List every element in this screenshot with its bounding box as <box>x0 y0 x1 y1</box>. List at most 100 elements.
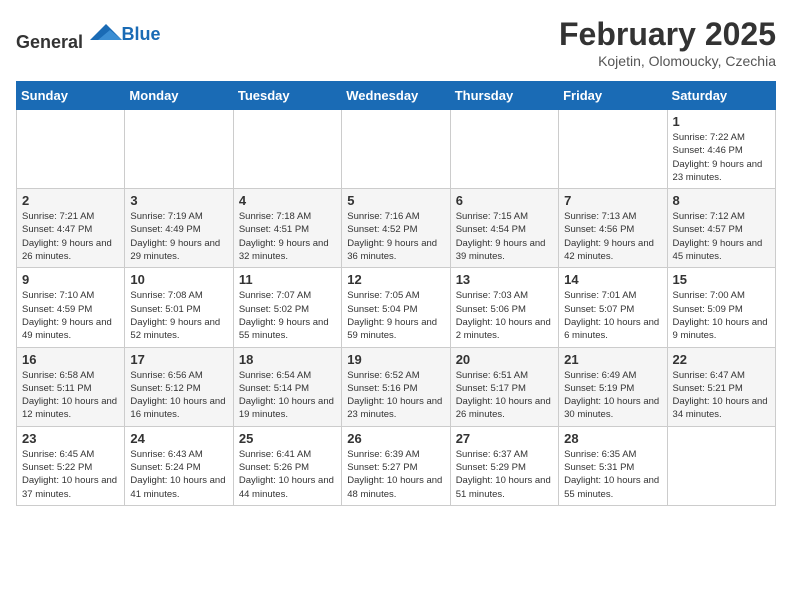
day-number: 1 <box>673 114 770 129</box>
day-info: Sunrise: 7:12 AMSunset: 4:57 PMDaylight:… <box>673 211 763 262</box>
day-info: Sunrise: 7:15 AMSunset: 4:54 PMDaylight:… <box>456 211 546 262</box>
day-number: 26 <box>347 431 444 446</box>
week-row-3: 9 Sunrise: 7:10 AMSunset: 4:59 PMDayligh… <box>17 268 776 347</box>
day-number: 28 <box>564 431 661 446</box>
calendar-cell: 3 Sunrise: 7:19 AMSunset: 4:49 PMDayligh… <box>125 189 233 268</box>
day-info: Sunrise: 7:08 AMSunset: 5:01 PMDaylight:… <box>130 290 220 341</box>
weekday-header-monday: Monday <box>125 82 233 110</box>
calendar-cell: 27 Sunrise: 6:37 AMSunset: 5:29 PMDaylig… <box>450 426 558 505</box>
day-number: 16 <box>22 352 119 367</box>
day-info: Sunrise: 7:18 AMSunset: 4:51 PMDaylight:… <box>239 211 329 262</box>
calendar-cell: 15 Sunrise: 7:00 AMSunset: 5:09 PMDaylig… <box>667 268 775 347</box>
calendar-cell: 5 Sunrise: 7:16 AMSunset: 4:52 PMDayligh… <box>342 189 450 268</box>
location-subtitle: Kojetin, Olomoucky, Czechia <box>559 53 776 69</box>
day-number: 23 <box>22 431 119 446</box>
day-number: 12 <box>347 272 444 287</box>
day-info: Sunrise: 7:22 AMSunset: 4:46 PMDaylight:… <box>673 132 763 183</box>
logo-blue: Blue <box>122 24 161 44</box>
logo-general: General <box>16 32 83 52</box>
calendar-cell <box>125 110 233 189</box>
day-info: Sunrise: 7:01 AMSunset: 5:07 PMDaylight:… <box>564 290 659 341</box>
weekday-header-sunday: Sunday <box>17 82 125 110</box>
day-number: 7 <box>564 193 661 208</box>
month-year-title: February 2025 <box>559 16 776 53</box>
calendar-cell: 11 Sunrise: 7:07 AMSunset: 5:02 PMDaylig… <box>233 268 341 347</box>
day-info: Sunrise: 7:16 AMSunset: 4:52 PMDaylight:… <box>347 211 437 262</box>
day-info: Sunrise: 7:07 AMSunset: 5:02 PMDaylight:… <box>239 290 329 341</box>
calendar-cell: 2 Sunrise: 7:21 AMSunset: 4:47 PMDayligh… <box>17 189 125 268</box>
day-info: Sunrise: 6:52 AMSunset: 5:16 PMDaylight:… <box>347 370 442 421</box>
day-info: Sunrise: 7:03 AMSunset: 5:06 PMDaylight:… <box>456 290 551 341</box>
weekday-header-thursday: Thursday <box>450 82 558 110</box>
day-number: 2 <box>22 193 119 208</box>
day-info: Sunrise: 7:00 AMSunset: 5:09 PMDaylight:… <box>673 290 768 341</box>
day-number: 8 <box>673 193 770 208</box>
calendar-cell: 8 Sunrise: 7:12 AMSunset: 4:57 PMDayligh… <box>667 189 775 268</box>
day-info: Sunrise: 6:39 AMSunset: 5:27 PMDaylight:… <box>347 449 442 500</box>
calendar-cell: 10 Sunrise: 7:08 AMSunset: 5:01 PMDaylig… <box>125 268 233 347</box>
week-row-1: 1 Sunrise: 7:22 AMSunset: 4:46 PMDayligh… <box>17 110 776 189</box>
weekday-header-saturday: Saturday <box>667 82 775 110</box>
week-row-2: 2 Sunrise: 7:21 AMSunset: 4:47 PMDayligh… <box>17 189 776 268</box>
calendar-cell: 18 Sunrise: 6:54 AMSunset: 5:14 PMDaylig… <box>233 347 341 426</box>
calendar-cell: 23 Sunrise: 6:45 AMSunset: 5:22 PMDaylig… <box>17 426 125 505</box>
day-info: Sunrise: 7:05 AMSunset: 5:04 PMDaylight:… <box>347 290 437 341</box>
day-info: Sunrise: 6:58 AMSunset: 5:11 PMDaylight:… <box>22 370 117 421</box>
calendar-cell: 25 Sunrise: 6:41 AMSunset: 5:26 PMDaylig… <box>233 426 341 505</box>
calendar-cell: 22 Sunrise: 6:47 AMSunset: 5:21 PMDaylig… <box>667 347 775 426</box>
day-number: 18 <box>239 352 336 367</box>
day-info: Sunrise: 6:45 AMSunset: 5:22 PMDaylight:… <box>22 449 117 500</box>
day-info: Sunrise: 6:41 AMSunset: 5:26 PMDaylight:… <box>239 449 334 500</box>
calendar-cell: 17 Sunrise: 6:56 AMSunset: 5:12 PMDaylig… <box>125 347 233 426</box>
day-info: Sunrise: 6:49 AMSunset: 5:19 PMDaylight:… <box>564 370 659 421</box>
day-number: 14 <box>564 272 661 287</box>
day-number: 9 <box>22 272 119 287</box>
weekday-header-row: SundayMondayTuesdayWednesdayThursdayFrid… <box>17 82 776 110</box>
calendar-cell <box>450 110 558 189</box>
calendar-cell <box>233 110 341 189</box>
calendar-cell: 21 Sunrise: 6:49 AMSunset: 5:19 PMDaylig… <box>559 347 667 426</box>
day-number: 24 <box>130 431 227 446</box>
day-info: Sunrise: 6:43 AMSunset: 5:24 PMDaylight:… <box>130 449 225 500</box>
calendar-cell: 7 Sunrise: 7:13 AMSunset: 4:56 PMDayligh… <box>559 189 667 268</box>
day-number: 17 <box>130 352 227 367</box>
calendar-cell: 20 Sunrise: 6:51 AMSunset: 5:17 PMDaylig… <box>450 347 558 426</box>
day-number: 11 <box>239 272 336 287</box>
day-number: 6 <box>456 193 553 208</box>
day-info: Sunrise: 7:13 AMSunset: 4:56 PMDaylight:… <box>564 211 654 262</box>
calendar-cell <box>342 110 450 189</box>
day-number: 3 <box>130 193 227 208</box>
calendar-cell: 19 Sunrise: 6:52 AMSunset: 5:16 PMDaylig… <box>342 347 450 426</box>
calendar-cell: 6 Sunrise: 7:15 AMSunset: 4:54 PMDayligh… <box>450 189 558 268</box>
calendar-cell: 12 Sunrise: 7:05 AMSunset: 5:04 PMDaylig… <box>342 268 450 347</box>
week-row-4: 16 Sunrise: 6:58 AMSunset: 5:11 PMDaylig… <box>17 347 776 426</box>
day-info: Sunrise: 6:51 AMSunset: 5:17 PMDaylight:… <box>456 370 551 421</box>
day-info: Sunrise: 6:56 AMSunset: 5:12 PMDaylight:… <box>130 370 225 421</box>
calendar-cell: 28 Sunrise: 6:35 AMSunset: 5:31 PMDaylig… <box>559 426 667 505</box>
calendar-cell: 13 Sunrise: 7:03 AMSunset: 5:06 PMDaylig… <box>450 268 558 347</box>
day-number: 15 <box>673 272 770 287</box>
calendar-cell: 14 Sunrise: 7:01 AMSunset: 5:07 PMDaylig… <box>559 268 667 347</box>
weekday-header-wednesday: Wednesday <box>342 82 450 110</box>
calendar-cell: 1 Sunrise: 7:22 AMSunset: 4:46 PMDayligh… <box>667 110 775 189</box>
day-number: 20 <box>456 352 553 367</box>
title-block: February 2025 Kojetin, Olomoucky, Czechi… <box>559 16 776 69</box>
day-number: 13 <box>456 272 553 287</box>
day-number: 22 <box>673 352 770 367</box>
calendar-table: SundayMondayTuesdayWednesdayThursdayFrid… <box>16 81 776 506</box>
page-header: General Blue February 2025 Kojetin, Olom… <box>16 16 776 69</box>
day-info: Sunrise: 7:21 AMSunset: 4:47 PMDaylight:… <box>22 211 112 262</box>
calendar-cell: 24 Sunrise: 6:43 AMSunset: 5:24 PMDaylig… <box>125 426 233 505</box>
calendar-cell: 26 Sunrise: 6:39 AMSunset: 5:27 PMDaylig… <box>342 426 450 505</box>
calendar-cell <box>559 110 667 189</box>
weekday-header-friday: Friday <box>559 82 667 110</box>
calendar-cell: 9 Sunrise: 7:10 AMSunset: 4:59 PMDayligh… <box>17 268 125 347</box>
calendar-cell <box>17 110 125 189</box>
day-number: 5 <box>347 193 444 208</box>
weekday-header-tuesday: Tuesday <box>233 82 341 110</box>
week-row-5: 23 Sunrise: 6:45 AMSunset: 5:22 PMDaylig… <box>17 426 776 505</box>
day-info: Sunrise: 6:35 AMSunset: 5:31 PMDaylight:… <box>564 449 659 500</box>
day-number: 21 <box>564 352 661 367</box>
calendar-cell: 4 Sunrise: 7:18 AMSunset: 4:51 PMDayligh… <box>233 189 341 268</box>
calendar-cell: 16 Sunrise: 6:58 AMSunset: 5:11 PMDaylig… <box>17 347 125 426</box>
